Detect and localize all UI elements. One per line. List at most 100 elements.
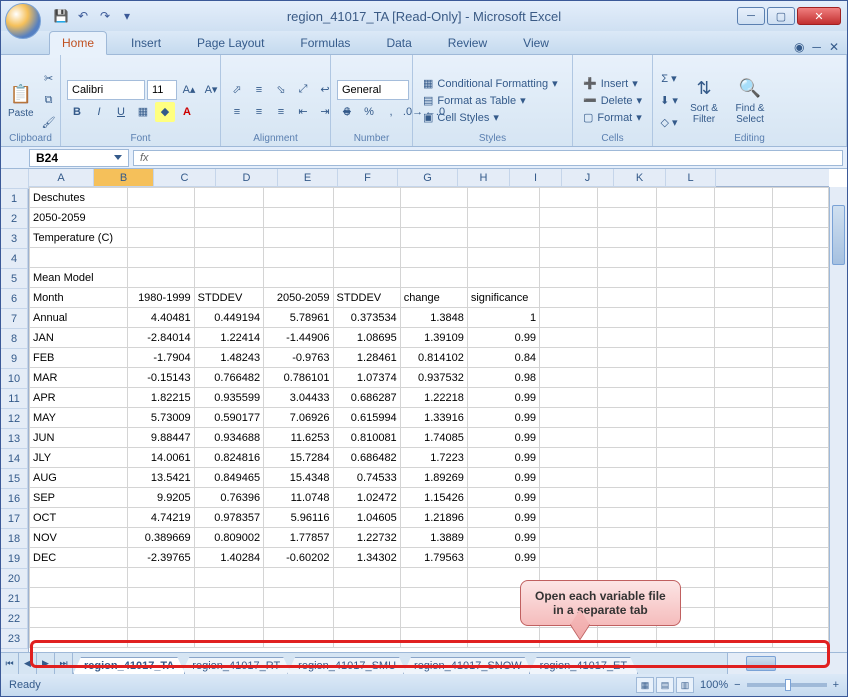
cell-A15[interactable]: AUG (30, 468, 128, 488)
cell-C16[interactable]: 0.76396 (194, 488, 263, 508)
cell-L3[interactable] (772, 228, 828, 248)
number-format-input[interactable]: General (337, 80, 409, 100)
sheet-nav-first-icon[interactable]: ⏮ (1, 653, 19, 674)
row-header-18[interactable]: 18 (1, 529, 28, 549)
cell-G13[interactable]: 0.99 (467, 428, 539, 448)
cell-G8[interactable]: 0.99 (467, 328, 539, 348)
cell-J5[interactable] (656, 268, 714, 288)
cell-I11[interactable] (598, 388, 656, 408)
cell-styles-button[interactable]: ▣Cell Styles ▾ (419, 110, 562, 125)
cell-L2[interactable] (772, 208, 828, 228)
cell-I14[interactable] (598, 448, 656, 468)
col-header-D[interactable]: D (216, 169, 278, 187)
cell-L23[interactable] (772, 628, 828, 648)
cell-L20[interactable] (772, 568, 828, 588)
cell-I15[interactable] (598, 468, 656, 488)
cell-C8[interactable]: 1.22414 (194, 328, 263, 348)
cell-J18[interactable] (656, 528, 714, 548)
cell-K20[interactable] (714, 568, 772, 588)
font-size-input[interactable]: 11 (147, 80, 177, 100)
ribbon-tab-insert[interactable]: Insert (119, 32, 173, 54)
normal-view-icon[interactable]: ▦ (636, 677, 654, 693)
align-middle-icon[interactable]: ≡ (249, 80, 269, 100)
save-icon[interactable]: 💾 (53, 8, 69, 24)
cell-G15[interactable]: 0.99 (467, 468, 539, 488)
sort-filter-button[interactable]: ⇅Sort & Filter (683, 68, 725, 134)
cell-F5[interactable] (400, 268, 467, 288)
cell-B12[interactable]: 5.73009 (127, 408, 194, 428)
col-header-A[interactable]: A (29, 169, 94, 187)
cell-A16[interactable]: SEP (30, 488, 128, 508)
cell-K12[interactable] (714, 408, 772, 428)
cell-B18[interactable]: 0.389669 (127, 528, 194, 548)
cell-J12[interactable] (656, 408, 714, 428)
format-as-table-button[interactable]: ▤Format as Table ▾ (419, 93, 562, 108)
cell-C2[interactable] (194, 208, 263, 228)
cell-H18[interactable] (540, 528, 598, 548)
row-header-1[interactable]: 1 (1, 189, 28, 209)
cell-E13[interactable]: 0.810081 (333, 428, 400, 448)
cell-C1[interactable] (194, 188, 263, 208)
cell-I18[interactable] (598, 528, 656, 548)
cell-B21[interactable] (127, 588, 194, 608)
cell-A10[interactable]: MAR (30, 368, 128, 388)
format-cells-button[interactable]: ▢Format ▾ (579, 110, 646, 125)
cell-I10[interactable] (598, 368, 656, 388)
cell-E9[interactable]: 1.28461 (333, 348, 400, 368)
sheet-tab-region_41017_ET[interactable]: region_41017_ET (529, 657, 638, 674)
cell-F4[interactable] (400, 248, 467, 268)
vertical-scrollbar[interactable] (829, 187, 847, 652)
cell-F22[interactable] (400, 608, 467, 628)
cell-H17[interactable] (540, 508, 598, 528)
currency-icon[interactable]: $ (337, 102, 357, 122)
cell-E11[interactable]: 0.686287 (333, 388, 400, 408)
cell-H7[interactable] (540, 308, 598, 328)
cell-F8[interactable]: 1.39109 (400, 328, 467, 348)
cell-F10[interactable]: 0.937532 (400, 368, 467, 388)
help-icon[interactable]: ◉ (794, 40, 804, 54)
cell-B9[interactable]: -1.7904 (127, 348, 194, 368)
cell-L7[interactable] (772, 308, 828, 328)
cell-B2[interactable] (127, 208, 194, 228)
cell-F15[interactable]: 1.89269 (400, 468, 467, 488)
cell-L1[interactable] (772, 188, 828, 208)
cell-J11[interactable] (656, 388, 714, 408)
cell-L19[interactable] (772, 548, 828, 568)
cell-L8[interactable] (772, 328, 828, 348)
find-select-button[interactable]: 🔍Find & Select (729, 68, 771, 134)
horizontal-scrollbar[interactable] (727, 653, 847, 674)
cell-D22[interactable] (264, 608, 333, 628)
cell-D21[interactable] (264, 588, 333, 608)
cell-D4[interactable] (264, 248, 333, 268)
page-layout-view-icon[interactable]: ▤ (656, 677, 674, 693)
sheet-nav-prev-icon[interactable]: ◀ (19, 653, 37, 674)
cell-G9[interactable]: 0.84 (467, 348, 539, 368)
cell-G4[interactable] (467, 248, 539, 268)
cell-I6[interactable] (598, 288, 656, 308)
cell-C5[interactable] (194, 268, 263, 288)
cell-K1[interactable] (714, 188, 772, 208)
orientation-icon[interactable]: ⤢ (293, 80, 313, 100)
hscroll-thumb[interactable] (746, 656, 776, 671)
col-header-F[interactable]: F (338, 169, 398, 187)
cell-K22[interactable] (714, 608, 772, 628)
decrease-indent-icon[interactable]: ⇤ (293, 102, 313, 122)
cell-A23[interactable] (30, 628, 128, 648)
cell-G14[interactable]: 0.99 (467, 448, 539, 468)
row-header-19[interactable]: 19 (1, 549, 28, 569)
cell-C18[interactable]: 0.809002 (194, 528, 263, 548)
cell-L21[interactable] (772, 588, 828, 608)
cell-E22[interactable] (333, 608, 400, 628)
cell-A12[interactable]: MAY (30, 408, 128, 428)
cell-I19[interactable] (598, 548, 656, 568)
ribbon-tab-page-layout[interactable]: Page Layout (185, 32, 276, 54)
font-family-input[interactable]: Calibri (67, 80, 145, 100)
cell-L15[interactable] (772, 468, 828, 488)
cell-K7[interactable] (714, 308, 772, 328)
cell-E20[interactable] (333, 568, 400, 588)
sheet-tab-region_41017_SNOW[interactable]: region_41017_SNOW (403, 657, 533, 674)
cell-I9[interactable] (598, 348, 656, 368)
row-header-13[interactable]: 13 (1, 429, 28, 449)
cell-D1[interactable] (264, 188, 333, 208)
col-header-B[interactable]: B (94, 169, 154, 187)
